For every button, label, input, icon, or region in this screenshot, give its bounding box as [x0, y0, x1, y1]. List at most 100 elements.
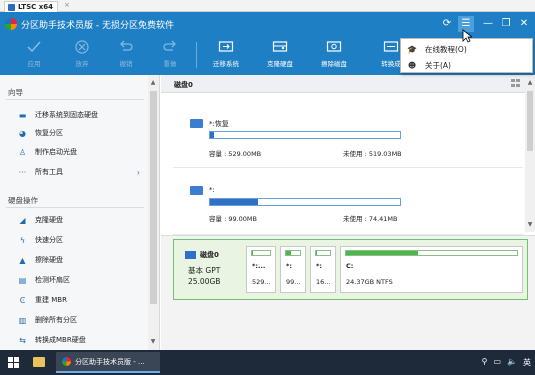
menu-item-online-tutorial[interactable]: 🎓 在线教程(O) [401, 41, 534, 57]
partition-block[interactable]: *:... 529... [246, 246, 276, 293]
scroll-up-icon[interactable]: ▲ [525, 79, 535, 86]
redo-button[interactable]: 重做 [156, 38, 184, 74]
windows-start-icon[interactable] [8, 357, 19, 368]
scroll-down-icon[interactable]: ▼ [148, 338, 158, 345]
bootdisk-icon: ♙ [18, 147, 27, 157]
discard-icon [75, 40, 89, 54]
sidebar-item-migrate-ssd[interactable]: ▬ 迁移系统到固态硬盘 [6, 108, 146, 122]
partition-block-bar [251, 250, 271, 256]
network-icon[interactable]: ⚲ [482, 357, 488, 368]
discard-button[interactable]: 放弃 [68, 38, 96, 74]
sidebar-item-check-bad-sectors[interactable]: ▤ 检测坏扇区 [6, 273, 146, 287]
minimize-icon[interactable]: — [480, 16, 496, 32]
recover-icon: ◕ [19, 128, 26, 138]
partition-free: 未使用 : 519.03MB [343, 150, 402, 158]
sidebar-item-convert-mbr[interactable]: ⇆ 转换成MBR硬盘 [6, 333, 146, 347]
disk-name: 磁盘0 [200, 251, 219, 259]
input-method-indicator[interactable]: 英 [523, 357, 531, 368]
sidebar-item-label: 删除所有分区 [35, 316, 77, 324]
sidebar-item-clone-disk[interactable]: ◢ 克隆硬盘 [6, 213, 146, 227]
partition-block[interactable]: *: 16... [310, 246, 336, 293]
disk-info: 磁盘0 基本 GPT 25.00GB [174, 240, 246, 299]
sidebar-item-label: 重建 MBR [35, 296, 67, 304]
partition-usage-fill [210, 199, 258, 205]
maximize-icon[interactable]: ❐ [498, 16, 514, 32]
partition-block-c[interactable]: C: 24.37GB NTFS [340, 246, 523, 293]
sidebar: 向导 ▬ 迁移系统到固态硬盘 ◕ 恢复分区 ♙ 制作启动光盘 ··· 所有工具 … [0, 75, 160, 350]
scroll-up-icon[interactable]: ▲ [148, 79, 158, 86]
sidebar-item-quick-partition[interactable]: ϟ 快速分区 [6, 233, 146, 247]
disk-label: 磁盘0 [174, 81, 193, 89]
vm-tab[interactable]: LTSC x64 [4, 1, 58, 12]
title-bar: 分区助手技术员版 - 无损分区免费软件 ⟳ ☰ — ❐ ✕ [0, 12, 535, 36]
file-explorer-icon[interactable] [33, 357, 45, 367]
refresh-icon[interactable]: ⟳ [439, 16, 455, 32]
undo-button[interactable]: 撤销 [112, 38, 140, 74]
partition-free: 未使用 : 74.41MB [343, 215, 398, 223]
partition-block-fill [252, 251, 253, 255]
vm-icon [8, 3, 15, 11]
taskbar-app-label: 分区助手技术员版 - ... [75, 357, 145, 366]
wipe-disk-button[interactable]: 擦除磁盘 [316, 38, 352, 74]
apply-label: 应用 [27, 60, 41, 68]
sidebar-item-wipe-disk[interactable]: ▲ 擦除硬盘 [6, 253, 146, 267]
convert-icon: ⇆ [19, 335, 26, 345]
partition-block-name: *: [286, 262, 292, 270]
redo-icon [163, 40, 176, 51]
mouse-cursor-icon [462, 29, 472, 43]
taskbar-app-button[interactable]: 分区助手技术员版 - ... [56, 352, 160, 373]
sidebar-item-all-tools[interactable]: ··· 所有工具 › [6, 165, 146, 179]
view-toggle-icon[interactable] [510, 78, 521, 89]
partition-block-fill [286, 251, 291, 255]
sidebar-item-label: 制作启动光盘 [35, 148, 77, 156]
erase-icon: ▲ [19, 255, 26, 265]
scrollbar-thumb[interactable] [150, 91, 157, 304]
scan-icon: ▤ [18, 275, 27, 285]
redo-label: 重做 [163, 60, 177, 68]
disk-map-row[interactable]: 磁盘0 基本 GPT 25.00GB *:... 529... *: 99...… [173, 239, 528, 300]
disk-header: 磁盘0 [161, 75, 525, 93]
partition-block-size: 99... [286, 278, 301, 286]
clone-disk-button[interactable]: 克隆硬盘 [262, 38, 298, 74]
sidebar-item-label: 转换成MBR硬盘 [35, 336, 86, 344]
menu-item-label: 在线教程(O) [425, 44, 467, 54]
partition-card[interactable]: *: 容量 : 99.00MB 未使用 : 74.41MB [173, 175, 523, 235]
sidebar-item-label: 克隆硬盘 [35, 216, 63, 224]
close-icon[interactable]: ✕ [516, 16, 532, 32]
volume-icon[interactable]: 🔈 [507, 357, 517, 368]
menu-item-about[interactable]: ☻ 关于(A) [401, 57, 534, 73]
scrollbar-thumb[interactable] [527, 91, 533, 151]
partition-block-name: *:... [252, 262, 266, 270]
partition-block-size: 16... [316, 278, 331, 286]
main-scrollbar[interactable]: ▲ ▼ [525, 75, 535, 232]
partition-block-name: C: [346, 262, 354, 270]
vm-tab-close-icon[interactable]: × [64, 1, 70, 9]
lightning-icon: ϟ [19, 235, 26, 245]
sidebar-item-delete-all-partitions[interactable]: ▥ 删除所有分区 [6, 313, 146, 327]
partition-card[interactable]: *:恢复 容量 : 529.00MB 未使用 : 519.03MB [173, 108, 523, 168]
rebuild-icon: Ͼ [19, 295, 26, 305]
scroll-down-icon[interactable]: ▼ [525, 221, 535, 228]
sidebar-item-rebuild-mbr[interactable]: Ͼ 重建 MBR [6, 293, 146, 307]
wipe-disk-icon [326, 41, 342, 52]
partition-name: *: [209, 186, 215, 194]
apply-button[interactable]: 应用 [20, 38, 48, 74]
sidebar-item-recover-partition[interactable]: ◕ 恢复分区 [6, 126, 146, 140]
partition-block-bar [345, 250, 518, 256]
partition-block-name: *: [316, 262, 322, 270]
sidebar-section-wizard: 向导 [8, 88, 23, 97]
migrate-system-button[interactable]: 迁移系统 [207, 38, 245, 74]
partition-block-fill [316, 251, 317, 255]
sidebar-item-make-bootdisk[interactable]: ♙ 制作启动光盘 [6, 145, 146, 159]
undo-icon [120, 40, 133, 51]
app-logo-icon [5, 18, 17, 30]
partition-icon [190, 186, 203, 195]
system-tray: ⚲ ▭ 🔈 英 [482, 357, 531, 368]
partition-block[interactable]: *: 99... [280, 246, 306, 293]
sidebar-scrollbar[interactable]: ▲ ▼ [148, 75, 159, 350]
clone-disk-label: 克隆硬盘 [267, 60, 293, 68]
toolbar-divider [196, 42, 197, 68]
display-icon[interactable]: ▭ [493, 357, 501, 368]
graduation-cap-icon: 🎓 [407, 44, 417, 54]
convert-icon [383, 41, 399, 52]
